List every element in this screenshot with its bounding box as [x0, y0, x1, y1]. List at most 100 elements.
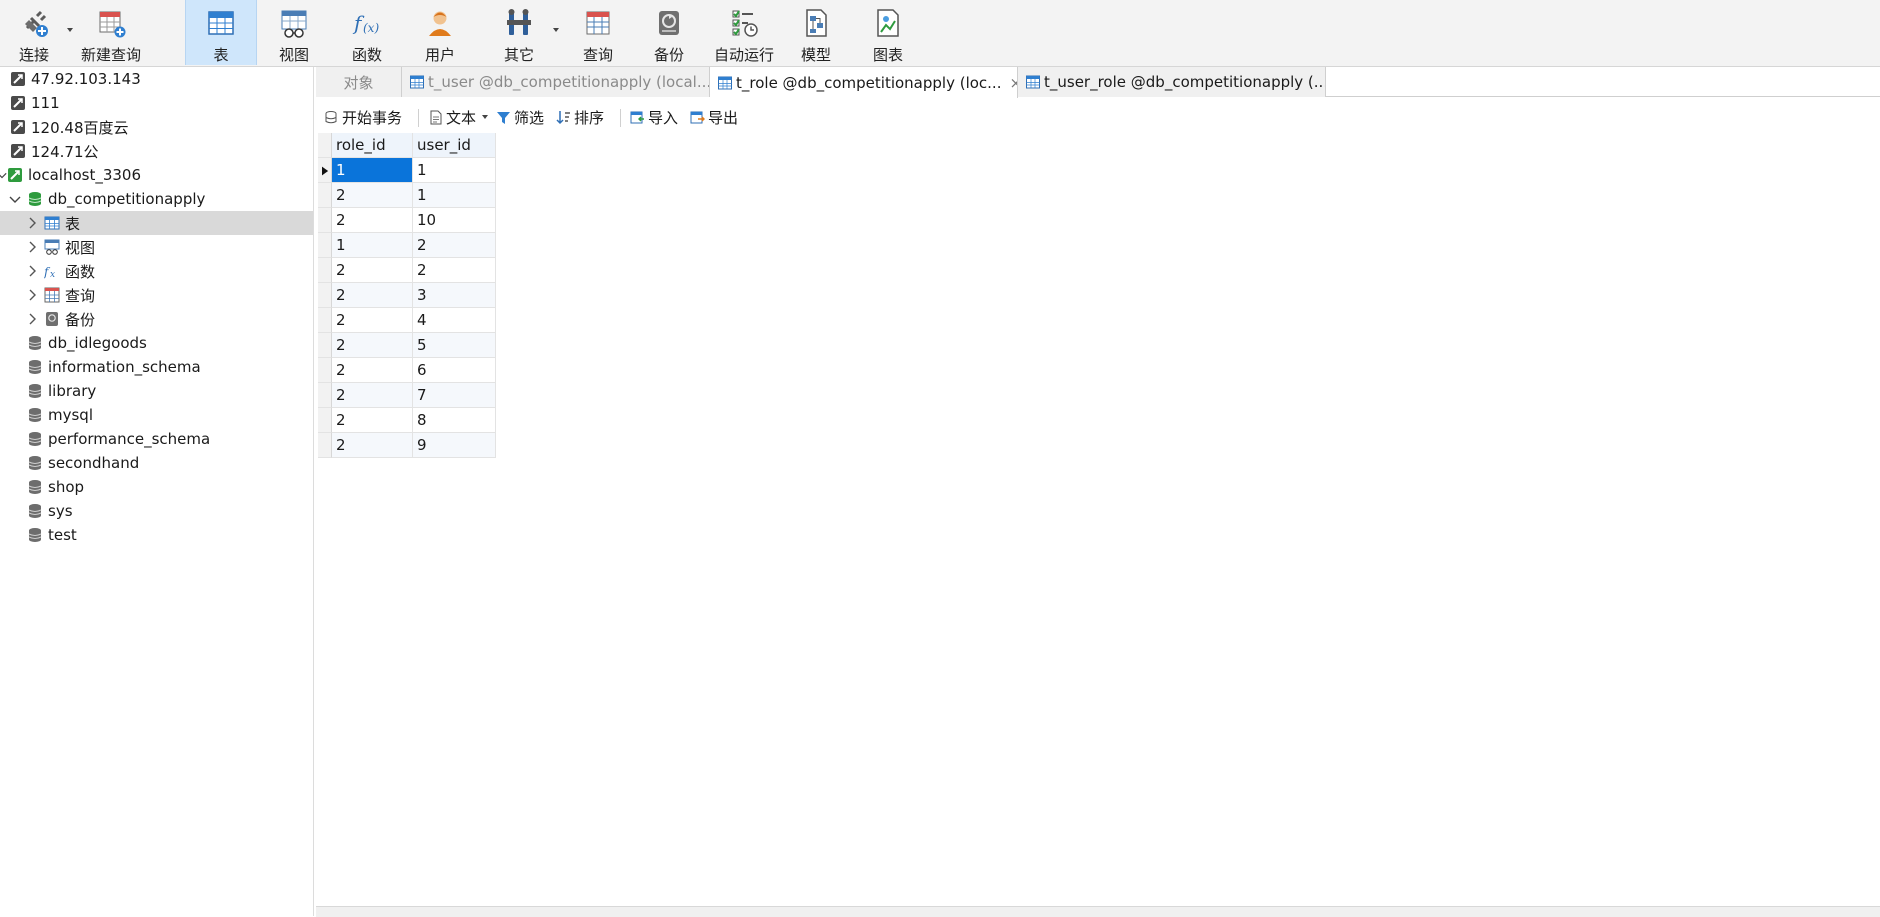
- table-row[interactable]: 26: [318, 358, 496, 383]
- chevron-down-icon[interactable]: [9, 193, 21, 205]
- tree-database-open[interactable]: db_competitionapply: [0, 187, 313, 211]
- function-button[interactable]: f (x) 函数: [343, 0, 391, 65]
- cell-user-id[interactable]: 1: [413, 183, 496, 208]
- cell-user-id[interactable]: 1: [413, 158, 496, 183]
- chevron-down-icon[interactable]: [0, 169, 7, 181]
- table-row[interactable]: 12: [318, 233, 496, 258]
- connect-button[interactable]: 连接: [10, 0, 58, 65]
- tab-t-user-role[interactable]: t_user_role @db_competitionapply (...: [1018, 67, 1326, 97]
- cell-role-id[interactable]: 2: [332, 433, 413, 458]
- row-header[interactable]: [318, 383, 332, 408]
- user-button[interactable]: 用户: [416, 0, 464, 65]
- tree-item-functions[interactable]: fx 函数: [0, 259, 313, 283]
- cell-role-id[interactable]: 2: [332, 183, 413, 208]
- row-header[interactable]: [318, 283, 332, 308]
- connect-dropdown-icon[interactable]: [67, 28, 73, 32]
- sort-button[interactable]: 排序: [556, 107, 604, 127]
- row-header[interactable]: [318, 183, 332, 208]
- tree-connection[interactable]: 47.92.103.143: [0, 67, 313, 91]
- row-header[interactable]: [318, 258, 332, 283]
- row-header[interactable]: [318, 233, 332, 258]
- table-row[interactable]: 22: [318, 258, 496, 283]
- chevron-right-icon[interactable]: [26, 289, 38, 301]
- cell-user-id[interactable]: 3: [413, 283, 496, 308]
- chevron-right-icon[interactable]: [26, 241, 38, 253]
- query-button[interactable]: 查询: [574, 0, 622, 65]
- cell-user-id[interactable]: 8: [413, 408, 496, 433]
- tree-connection[interactable]: 120.48百度云: [0, 115, 313, 139]
- row-header[interactable]: [318, 158, 332, 183]
- cell-role-id[interactable]: 2: [332, 408, 413, 433]
- row-header[interactable]: [318, 308, 332, 333]
- chevron-right-icon[interactable]: [26, 313, 38, 325]
- row-header[interactable]: [318, 333, 332, 358]
- tree-database[interactable]: test: [0, 523, 313, 547]
- tree-database[interactable]: information_schema: [0, 355, 313, 379]
- row-header[interactable]: [318, 208, 332, 233]
- tab-t-user[interactable]: t_user @db_competitionapply (local...: [402, 67, 710, 97]
- cell-user-id[interactable]: 2: [413, 258, 496, 283]
- cell-role-id[interactable]: 1: [332, 158, 413, 183]
- tab-t-role[interactable]: t_role @db_competitionapply (loc... ×: [710, 67, 1018, 98]
- cell-role-id[interactable]: 2: [332, 308, 413, 333]
- import-button[interactable]: 导入: [630, 107, 678, 127]
- cell-user-id[interactable]: 10: [413, 208, 496, 233]
- column-header-role-id[interactable]: role_id: [332, 133, 413, 158]
- cell-user-id[interactable]: 9: [413, 433, 496, 458]
- tree-database[interactable]: library: [0, 379, 313, 403]
- tree-item-backups[interactable]: 备份: [0, 307, 313, 331]
- cell-user-id[interactable]: 2: [413, 233, 496, 258]
- tree-database[interactable]: performance_schema: [0, 427, 313, 451]
- cell-role-id[interactable]: 2: [332, 383, 413, 408]
- tree-database[interactable]: sys: [0, 499, 313, 523]
- table-button[interactable]: 表: [185, 0, 257, 65]
- cell-user-id[interactable]: 6: [413, 358, 496, 383]
- table-row[interactable]: 2 10: [318, 208, 496, 233]
- row-header[interactable]: [318, 358, 332, 383]
- table-row[interactable]: 25: [318, 333, 496, 358]
- view-button[interactable]: 视图: [270, 0, 318, 65]
- cell-role-id[interactable]: 2: [332, 283, 413, 308]
- tab-objects[interactable]: 对象: [316, 67, 402, 97]
- tree-database[interactable]: mysql: [0, 403, 313, 427]
- chart-button[interactable]: 图表: [864, 0, 912, 65]
- tree-database[interactable]: shop: [0, 475, 313, 499]
- row-header[interactable]: [318, 433, 332, 458]
- auto-run-button[interactable]: 自动运行: [712, 0, 776, 65]
- tree-connection[interactable]: 124.71公: [0, 139, 313, 163]
- cell-user-id[interactable]: 5: [413, 333, 496, 358]
- table-row[interactable]: 28: [318, 408, 496, 433]
- cell-role-id[interactable]: 2: [332, 358, 413, 383]
- column-header-user-id[interactable]: user_id: [413, 133, 496, 158]
- cell-role-id[interactable]: 2: [332, 258, 413, 283]
- tree-item-queries[interactable]: 查询: [0, 283, 313, 307]
- cell-role-id[interactable]: 1: [332, 233, 413, 258]
- chevron-right-icon[interactable]: [26, 217, 38, 229]
- table-row[interactable]: 29: [318, 433, 496, 458]
- cell-user-id[interactable]: 7: [413, 383, 496, 408]
- table-row[interactable]: 27: [318, 383, 496, 408]
- tree-connection-localhost[interactable]: localhost_3306: [0, 163, 313, 187]
- cell-role-id[interactable]: 2: [332, 208, 413, 233]
- tree-database[interactable]: secondhand: [0, 451, 313, 475]
- export-button[interactable]: 导出: [690, 107, 738, 127]
- table-row[interactable]: 11: [318, 158, 496, 183]
- tree-item-tables[interactable]: 表: [0, 211, 313, 235]
- table-row[interactable]: 23: [318, 283, 496, 308]
- tab-close-icon[interactable]: ×: [1009, 74, 1017, 92]
- tree-item-views[interactable]: 视图: [0, 235, 313, 259]
- text-view-button[interactable]: 文本: [428, 107, 489, 127]
- tree-connection[interactable]: 111: [0, 91, 313, 115]
- row-header[interactable]: [318, 408, 332, 433]
- filter-button[interactable]: 筛选: [496, 107, 544, 127]
- other-button[interactable]: 其它: [495, 0, 543, 65]
- table-row[interactable]: 24: [318, 308, 496, 333]
- model-button[interactable]: 模型: [792, 0, 840, 65]
- new-query-button[interactable]: 新建查询: [78, 0, 144, 65]
- tree-database[interactable]: db_idlegoods: [0, 331, 313, 355]
- backup-button[interactable]: 备份: [645, 0, 693, 65]
- cell-role-id[interactable]: 2: [332, 333, 413, 358]
- begin-transaction-button[interactable]: 开始事务: [324, 107, 402, 127]
- cell-user-id[interactable]: 4: [413, 308, 496, 333]
- other-dropdown-icon[interactable]: [553, 28, 559, 32]
